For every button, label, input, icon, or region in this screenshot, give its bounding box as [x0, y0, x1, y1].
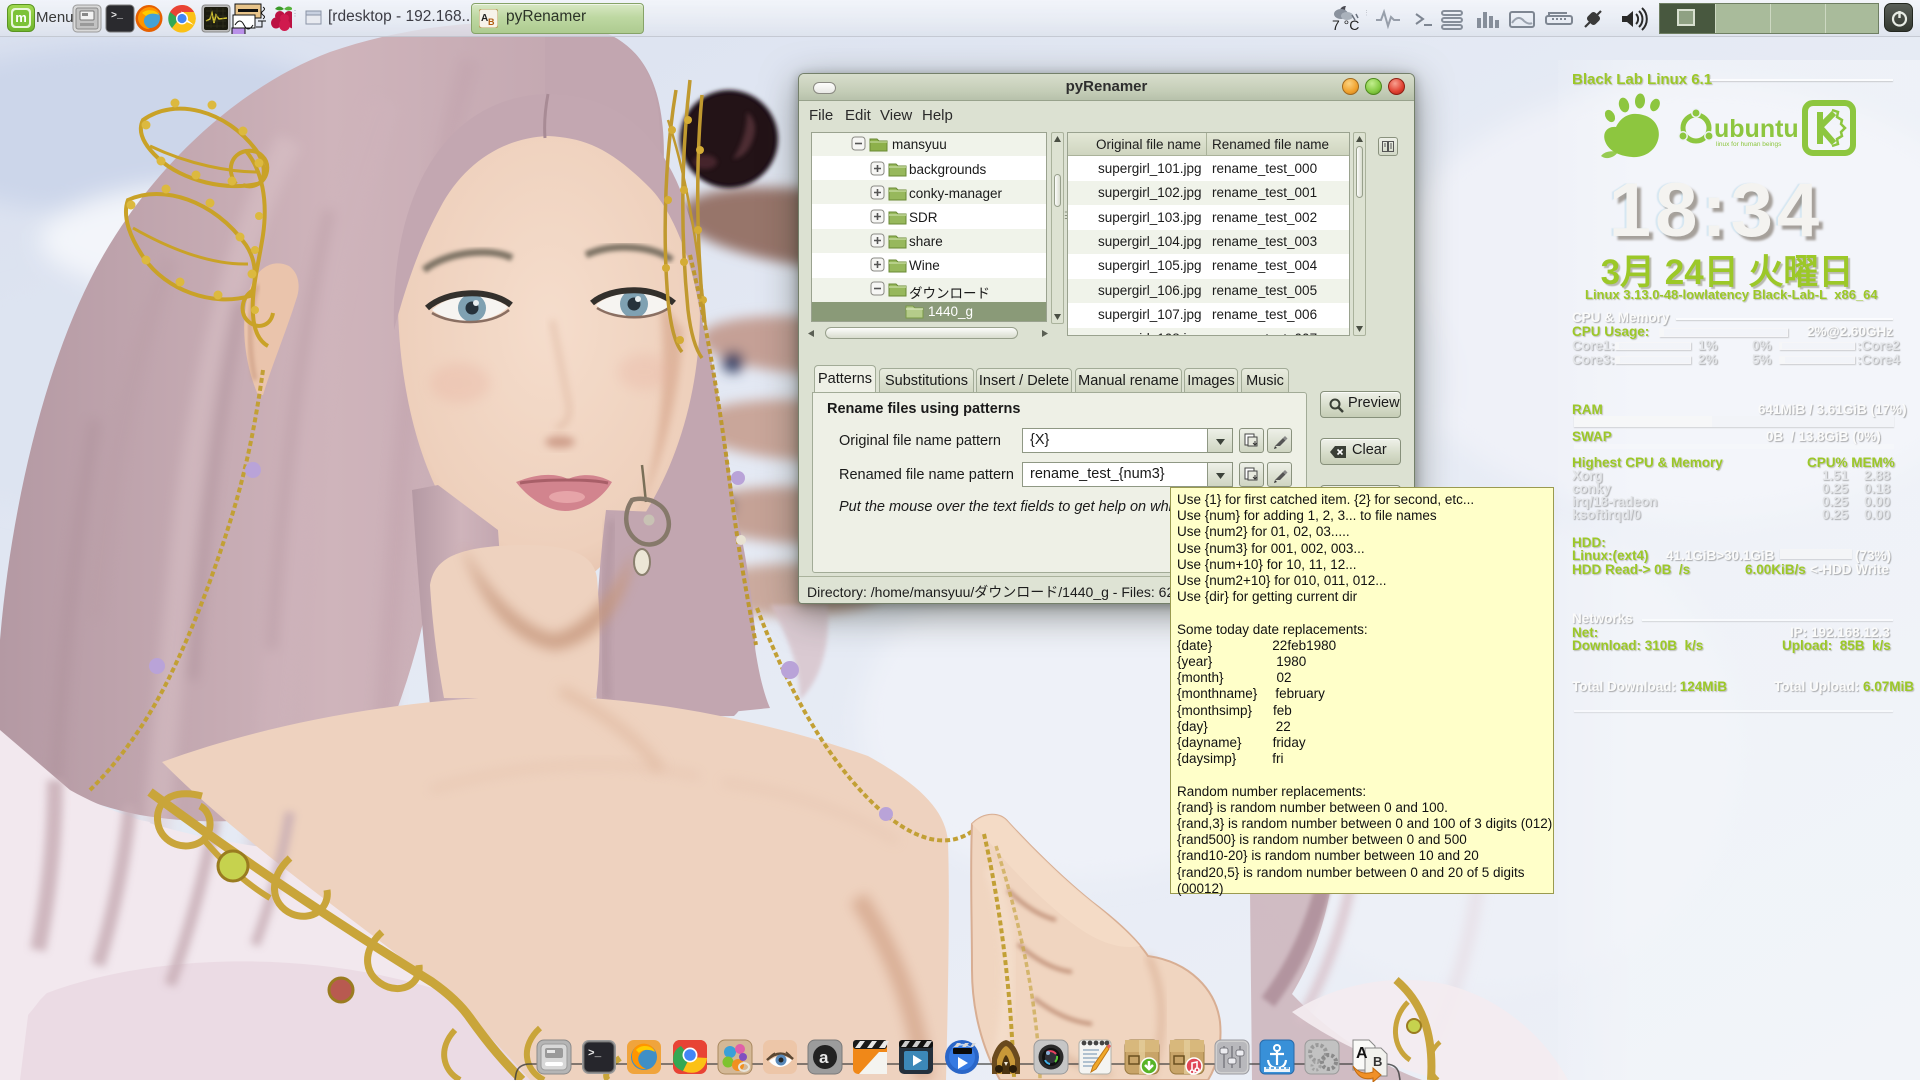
svg-text:B: B — [488, 17, 495, 27]
svg-text:linux for human beings: linux for human beings — [1716, 141, 1782, 148]
svg-text:>_: >_ — [588, 1048, 602, 1060]
svg-text:A: A — [1356, 1045, 1368, 1062]
svg-text:>_: >_ — [111, 11, 124, 22]
svg-text:a: a — [819, 1048, 829, 1067]
svg-text:ubuntu: ubuntu — [1714, 115, 1799, 143]
svg-text:B: B — [1373, 1054, 1382, 1069]
